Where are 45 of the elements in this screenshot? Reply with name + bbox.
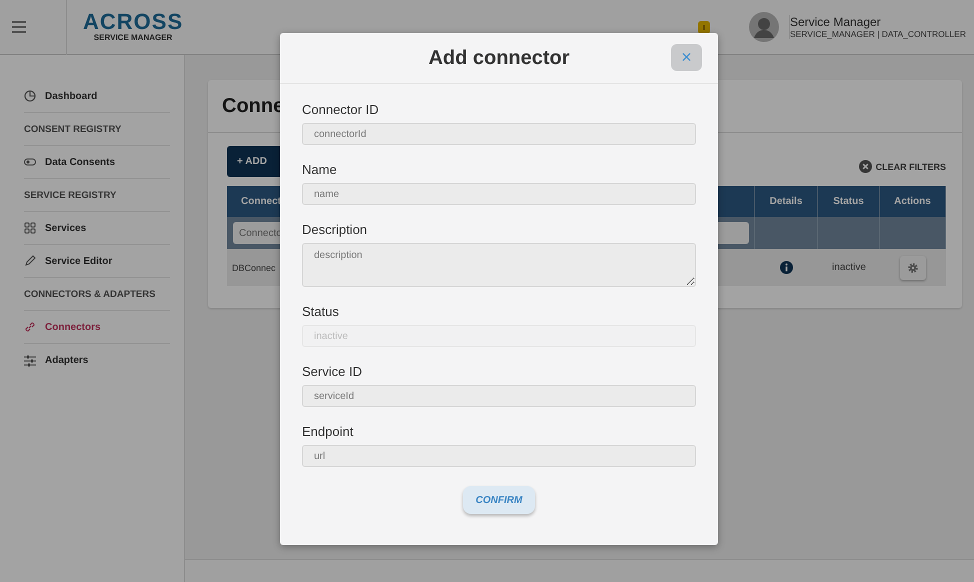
pie-chart-icon xyxy=(24,90,36,102)
logo-title: ACROSS xyxy=(83,11,184,33)
field-label: Connector ID xyxy=(302,102,380,117)
input-field[interactable]: url xyxy=(302,445,696,467)
sidebar-item[interactable]: Data Consents xyxy=(45,156,116,168)
input-field[interactable]: name xyxy=(302,183,696,205)
toggle-icon xyxy=(24,156,36,168)
column-header: Actions xyxy=(880,186,946,217)
settings-icon xyxy=(907,262,919,274)
sidebar-item[interactable]: Services xyxy=(45,222,86,234)
pencil-icon xyxy=(24,255,36,267)
field-label: Service ID xyxy=(302,364,363,379)
sidebar-item[interactable]: Adapters xyxy=(45,355,88,366)
text-area[interactable]: description xyxy=(302,243,696,287)
dialog-title: Add connector xyxy=(428,46,570,70)
avatar-icon[interactable] xyxy=(748,12,779,42)
link-icon xyxy=(24,321,36,333)
sidebar-item[interactable]: Connectors xyxy=(45,322,101,332)
field-label: Endpoint xyxy=(302,424,354,439)
filter-cell xyxy=(880,217,946,249)
column-header: Details xyxy=(755,186,818,217)
clear-filters-button[interactable]: CLEAR FILTERS xyxy=(858,160,946,173)
sidebar-item[interactable]: Service Editor xyxy=(45,256,112,266)
settings-button[interactable] xyxy=(900,256,926,280)
clear-icon xyxy=(858,160,872,173)
section-heading: CONSENT REGISTRY xyxy=(24,124,122,134)
user-roles: SERVICE_MANAGER | DATA_CONTROLLER xyxy=(790,29,966,39)
notification-icon[interactable] xyxy=(696,19,711,35)
info-icon[interactable] xyxy=(780,261,793,274)
section-heading: SERVICE REGISTRY xyxy=(24,190,116,200)
column-header: Status xyxy=(818,186,880,217)
logo-subtitle: SERVICE MANAGER xyxy=(94,33,172,43)
input-field[interactable]: connectorId xyxy=(302,123,696,145)
grid-icon xyxy=(24,222,36,234)
status-cell: inactive xyxy=(818,249,880,286)
menu-icon[interactable] xyxy=(12,21,26,33)
user-name: Service Manager xyxy=(790,15,882,29)
field-label: Name xyxy=(302,162,338,177)
field-label: Status xyxy=(302,304,340,319)
sidebar-item[interactable]: Dashboard xyxy=(45,90,98,102)
section-heading: CONNECTORS & ADAPTERS xyxy=(24,288,156,300)
input-field[interactable]: serviceId xyxy=(302,385,696,407)
filter-cell xyxy=(818,217,880,249)
sliders-icon xyxy=(24,354,36,366)
field-label: Description xyxy=(302,222,368,237)
